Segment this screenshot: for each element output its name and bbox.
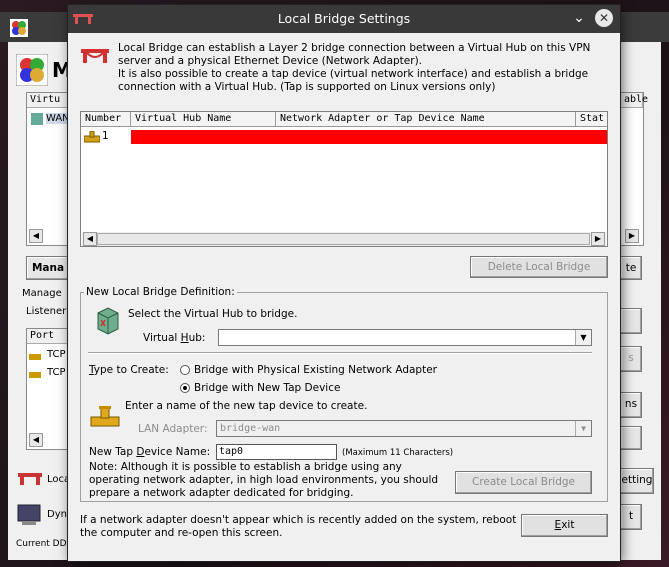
divider [88,352,592,354]
status-text: Current DDN [16,539,74,549]
scroll-left-button[interactable]: ◀ [29,229,43,243]
column-header-virtual-hub[interactable]: Virtual Hub Name [131,112,276,127]
create-button-label: Create Local Bridge [471,476,575,488]
lan-adapter-select[interactable]: bridge-wan ▼ [216,420,592,437]
virtual-hub-select[interactable]: ▼ [218,329,592,346]
new-bridge-group-title: New Local Bridge Definition: [84,286,237,299]
intro-line-2: server and a physical Ethernet Device (N… [118,55,423,67]
radio-physical-adapter[interactable] [180,365,190,375]
hub-list-right[interactable]: able ▶ [620,92,648,246]
intro-line-4: connection with a Virtual Hub. (Tap is s… [118,81,496,93]
bg-right-button-2[interactable]: s [620,346,642,372]
local-bridge-icon [18,473,42,485]
minimize-icon[interactable]: ⌄ [571,10,587,26]
local-bridge-icon [81,49,109,63]
column-header-status[interactable]: Stat [576,112,607,127]
column-header-number[interactable]: Number [81,112,131,127]
scroll-right-icon[interactable]: ▶ [591,232,605,246]
listener-label: Listener [26,306,67,317]
option-tap-label[interactable]: Bridge with New Tap Device [194,382,340,395]
intro-line-1: Local Bridge can establish a Layer 2 bri… [118,42,591,54]
server-manager-logo-icon [16,54,48,86]
footer-line-1: If a network adapter doesn't appear whic… [80,514,517,526]
hub-row-label[interactable]: WAN [46,113,70,124]
footer-line-2: the computer and re-open this screen. [80,527,283,539]
bg-right-button-2-label: s [628,352,634,364]
dialog-titlebar[interactable]: Local Bridge Settings ⌄ ✕ [68,5,620,33]
scroll-left-icon[interactable]: ◀ [83,232,97,246]
bridge-list[interactable]: Number Virtual Hub Name Network Adapter … [80,111,608,247]
chevron-down-icon[interactable]: ▼ [575,330,591,345]
exit-button-label: Exit [554,519,575,531]
bg-right-button-1[interactable]: te [620,256,642,280]
manage-hub-button-label: Mana [31,262,65,274]
bottom-item-local[interactable]: Loca [47,474,70,485]
column-header-adapter[interactable]: Network Adapter or Tap Device Name [276,112,576,127]
close-icon[interactable]: ✕ [595,9,613,27]
hub-list-left[interactable]: Virtu WAN ◀ [26,92,72,246]
tap-name-input[interactable]: tap0 [216,444,337,460]
listener-row[interactable]: TCP [47,367,66,378]
lan-adapter-value: bridge-wan [220,423,281,434]
listener-row[interactable]: TCP [47,349,66,360]
virtual-hub-label: Virtual Hub: [143,332,206,344]
listener-list[interactable]: Port TCP TCP ◀ [26,328,72,450]
bg-right-button-blank[interactable] [620,308,642,334]
bottom-item-dyn[interactable]: Dyn [47,509,67,520]
hub-list-header-left: Virtu [27,93,71,108]
note-line-3: prepare a network adapter dedicated for … [89,487,354,499]
app-logo-icon [10,19,28,37]
intro-line-3: It is also possible to create a tap devi… [118,68,589,80]
bg-right-button-3-label: ns [624,398,638,410]
scrollbar-thumb[interactable] [97,233,590,245]
create-local-bridge-button[interactable]: Create Local Bridge [455,471,592,494]
tap-name-label: New Tap Device Name: [89,446,211,458]
bridge-row-icon [84,131,100,143]
bg-right-button-5-label: t [628,510,634,522]
type-to-create-label: Type to Create: [89,364,169,376]
virtual-hub-icon [97,307,119,335]
manage-hub-button[interactable]: Mana [26,256,70,280]
scroll-right-button[interactable]: ▶ [625,229,639,243]
hub-icon [31,113,43,125]
table-row[interactable]: 1 [81,129,607,145]
tap-prompt: Enter a name of the new tap device to cr… [125,400,368,412]
chevron-down-icon[interactable]: ▼ [575,421,591,436]
exit-button[interactable]: Exit [521,514,608,537]
bg-right-button-4-label: etting [621,474,653,486]
note-line-2: operating network adapter, in high load … [89,474,439,486]
bg-right-button-1-label: te [625,262,637,274]
bg-right-button-3[interactable]: ns [620,392,642,418]
bg-right-button-4[interactable]: etting [620,468,654,494]
redacted-row-content [131,130,607,144]
manager-group-label: Manage [22,288,62,299]
tap-name-value: tap0 [219,446,244,457]
lan-adapter-label: LAN Adapter: [138,423,208,435]
bg-right-button-blank-2[interactable] [620,426,642,450]
delete-local-bridge-button[interactable]: Delete Local Bridge [470,256,608,278]
option-physical-label[interactable]: Bridge with Physical Existing Network Ad… [194,364,437,377]
scroll-left-button[interactable]: ◀ [29,433,43,447]
port-header: Port [27,329,71,344]
delete-button-label: Delete Local Bridge [487,261,591,273]
listener-icon [29,372,41,378]
radio-tap-device[interactable] [180,383,190,393]
bg-right-button-5[interactable]: t [620,504,642,530]
dialog-title: Local Bridge Settings [277,11,411,26]
horizontal-scrollbar[interactable]: ◀ ▶ [82,232,606,246]
dynamic-dns-icon [17,504,41,525]
local-bridge-dialog: Local Bridge Settings ⌄ ✕ Local Bridge c… [68,5,620,561]
select-hub-prompt: Select the Virtual Hub to bridge. [128,308,298,320]
tap-name-hint: (Maximum 11 Characters) [342,448,454,458]
tap-device-icon [90,406,120,427]
row-number: 1 [102,130,109,142]
note-line-1: Note: Although it is possible to establi… [89,461,402,473]
listener-icon [29,354,41,360]
hub-list-header-right: able [621,93,648,108]
